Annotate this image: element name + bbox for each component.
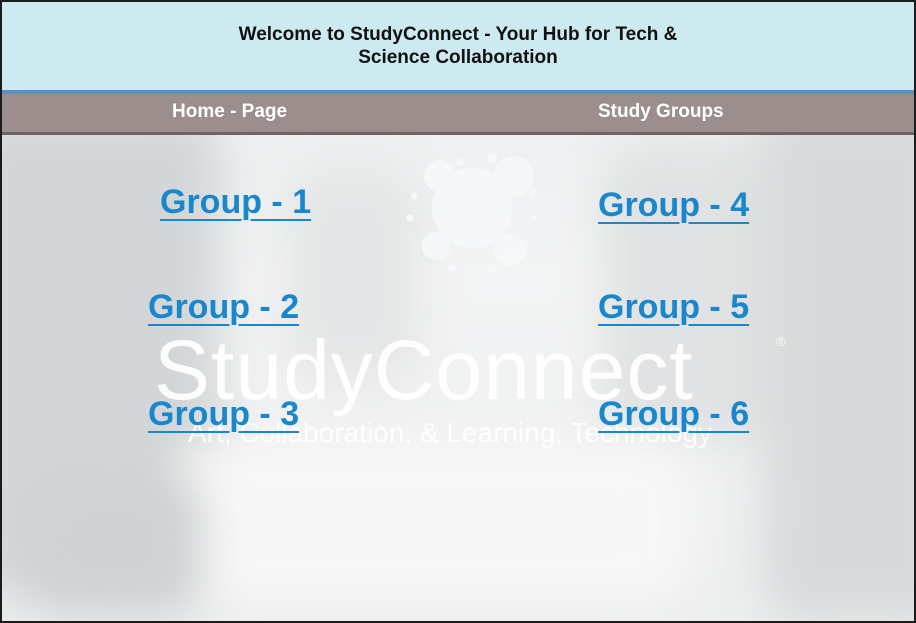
group-3-link[interactable]: Group - 3: [148, 394, 299, 434]
page-header: Welcome to StudyConnect - Your Hub for T…: [2, 2, 914, 94]
page-frame: Welcome to StudyConnect - Your Hub for T…: [0, 0, 916, 623]
group-6-link[interactable]: Group - 6: [598, 394, 749, 434]
background-blur-shape: [762, 102, 914, 621]
nav-study-groups-link[interactable]: Study Groups: [598, 101, 724, 123]
group-4-link[interactable]: Group - 4: [598, 185, 749, 225]
group-5-link[interactable]: Group - 5: [598, 287, 749, 327]
background-blur-shape: [22, 472, 202, 612]
studyconnect-logo-icon: [406, 153, 538, 274]
group-1-link[interactable]: Group - 1: [160, 182, 311, 222]
nav-bar: Home - Page Study Groups: [2, 94, 914, 135]
group-2-link[interactable]: Group - 2: [148, 287, 299, 327]
background-blur-shape: [172, 442, 692, 602]
nav-home-page-link[interactable]: Home - Page: [172, 101, 287, 123]
page-title: Welcome to StudyConnect - Your Hub for T…: [238, 24, 678, 68]
watermark-registered-mark: ®: [776, 334, 786, 349]
